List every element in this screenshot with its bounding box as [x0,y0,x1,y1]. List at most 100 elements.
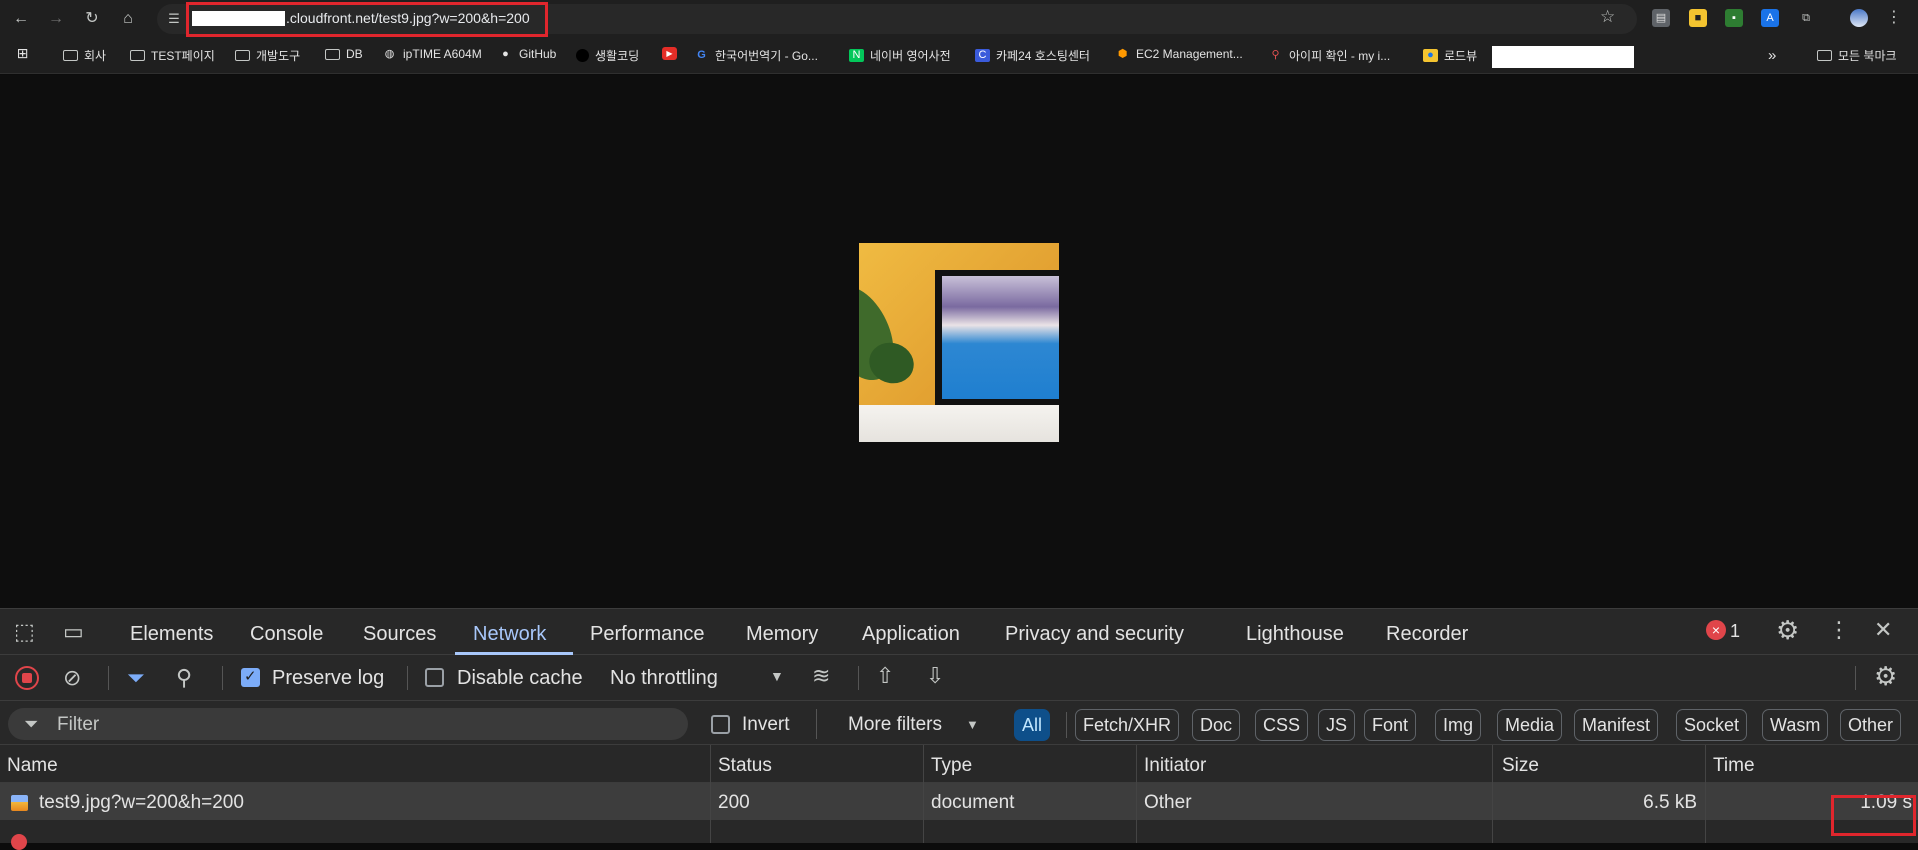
preserve-log-checkbox[interactable] [241,667,260,687]
extension-icon[interactable]: ▤ [1652,9,1670,27]
reload-icon[interactable]: ↻ [81,8,103,30]
settings-gear-icon[interactable]: ⚙ [1776,617,1799,643]
filter-chip-other[interactable]: Other [1840,709,1902,741]
filter-chip-fetch-xhr[interactable]: Fetch/XHR [1075,709,1180,741]
bookmark-item[interactable]: ● GitHub [498,47,556,61]
tab-memory[interactable]: Memory [746,623,818,646]
bookmark-item[interactable]: ◍ ipTIME A604M [382,47,482,61]
table-row [0,820,1918,843]
forward-icon[interactable]: → [45,8,67,30]
tab-lighthouse[interactable]: Lighthouse [1246,623,1344,646]
extension-icon[interactable]: A [1761,9,1779,27]
preserve-log-label: Preserve log [272,667,385,689]
home-icon[interactable]: ⌂ [117,8,139,30]
search-icon[interactable]: ⚲ [176,666,192,690]
throttling-select[interactable]: No throttling [610,667,718,690]
filter-funnel-icon[interactable]: ⏷ [127,666,145,690]
cafe24-icon: C [975,49,990,62]
filter-chip-manifest[interactable]: Manifest [1574,709,1659,741]
record-stop-button[interactable] [15,666,39,690]
filter-chip-doc[interactable]: Doc [1192,709,1241,741]
bookmarks-overflow-button[interactable]: » [1768,47,1776,64]
menu-icon[interactable]: ⋮ [1885,9,1903,27]
bookmark-item[interactable]: ● 로드뷰 [1423,47,1477,64]
filter-chip-font[interactable]: Font [1364,709,1417,741]
folder-icon [325,48,340,60]
tab-application[interactable]: Application [862,623,960,646]
column-header-size[interactable]: Size [1502,755,1539,777]
avatar[interactable] [1850,9,1868,27]
filter-chip-socket[interactable]: Socket [1676,709,1748,741]
filter-chip-img[interactable]: Img [1435,709,1482,741]
circle-icon [576,49,589,62]
image-file-icon [11,795,28,811]
all-bookmarks-button[interactable]: 모든 북마크 [1817,47,1897,64]
network-settings-icon[interactable]: ⚙ [1874,663,1897,689]
inspect-element-icon[interactable]: ⬚ [14,620,35,644]
bookmark-item[interactable]: N 네이버 영어사전 [849,47,951,64]
filter-chip-js[interactable]: JS [1318,709,1356,741]
more-menu-icon[interactable]: ⋮ [1828,618,1850,642]
device-toolbar-icon[interactable]: ▭ [63,620,84,644]
export-har-icon[interactable]: ⇩ [926,664,944,688]
tab-console[interactable]: Console [250,623,323,646]
filter-chip-all[interactable]: All [1014,709,1051,741]
extension-icon[interactable]: ■ [1689,9,1707,27]
bookmark-item[interactable]: C 카페24 호스팅센터 [975,47,1090,64]
tab-privacy-security[interactable]: Privacy and security [1005,623,1184,646]
tab-sources[interactable]: Sources [363,623,436,646]
column-header-initiator[interactable]: Initiator [1144,755,1206,777]
bookmark-star-icon[interactable]: ☆ [1600,7,1615,27]
folder-icon [130,50,145,61]
bookmark-item[interactable]: ⬢ EC2 Management... [1115,47,1243,61]
bookmark-item[interactable]: DB [325,47,363,61]
close-devtools-icon[interactable]: ✕ [1874,618,1892,642]
url-text[interactable]: .cloudfront.net/test9.jpg?w=200&h=200 [286,10,530,26]
disable-cache-checkbox[interactable] [425,668,444,687]
chevron-down-icon[interactable]: ▼ [770,664,784,688]
column-header-name[interactable]: Name [7,755,58,777]
invert-label: Invert [742,714,790,735]
bookmark-item[interactable]: G 한국어번역기 - Go... [694,47,818,64]
folder-icon [1817,50,1832,61]
tab-network[interactable]: Network [473,623,546,646]
site-info-icon[interactable]: ☰ [164,9,184,29]
apps-grid-icon[interactable]: ⊞ [15,46,30,60]
filter-chip-css[interactable]: CSS [1255,709,1309,741]
bookmark-item[interactable]: 회사 [63,47,106,64]
column-header-status[interactable]: Status [718,755,772,777]
disable-cache-label: Disable cache [457,667,583,689]
filter-input[interactable] [8,708,688,740]
clear-icon[interactable]: ⊘ [63,666,81,690]
bookmark-item[interactable]: ⚲ 아이피 확인 - my i... [1268,47,1390,64]
invert-checkbox[interactable] [711,715,730,734]
bookmark-item[interactable]: TEST페이지 [130,47,215,64]
tab-elements[interactable]: Elements [130,623,213,646]
bookmark-redaction [1492,46,1634,68]
filter-chip-media[interactable]: Media [1497,709,1563,741]
loaded-image [859,243,1059,442]
map-pin-icon: ● [1423,49,1438,62]
more-filters-button[interactable]: More filters [848,714,942,736]
bookmark-item[interactable]: ▶ [662,47,677,60]
bookmark-item[interactable]: 개발도구 [235,47,300,64]
tab-performance[interactable]: Performance [590,623,705,646]
error-count[interactable]: 1 [1730,621,1740,642]
back-icon[interactable]: ← [10,8,32,30]
youtube-icon: ▶ [662,47,677,60]
chevron-down-icon[interactable]: ▼ [966,713,979,737]
globe-icon: ◍ [384,47,395,60]
network-conditions-icon[interactable]: ≋ [812,664,830,688]
error-icon[interactable]: × [1706,620,1726,640]
column-header-time[interactable]: Time [1713,755,1755,777]
column-header-type[interactable]: Type [931,755,972,777]
extension-icon[interactable]: ▪ [1725,9,1743,27]
bookmark-item[interactable]: 생활코딩 [576,47,639,64]
tab-recorder[interactable]: Recorder [1386,623,1468,646]
puzzle-icon[interactable]: ⧉ [1797,9,1815,27]
filter-chip-wasm[interactable]: Wasm [1762,709,1829,741]
row-status: 200 [718,792,750,813]
naver-icon: N [849,49,864,62]
import-har-icon[interactable]: ⇧ [876,664,894,688]
row-name[interactable]: test9.jpg?w=200&h=200 [39,792,244,814]
